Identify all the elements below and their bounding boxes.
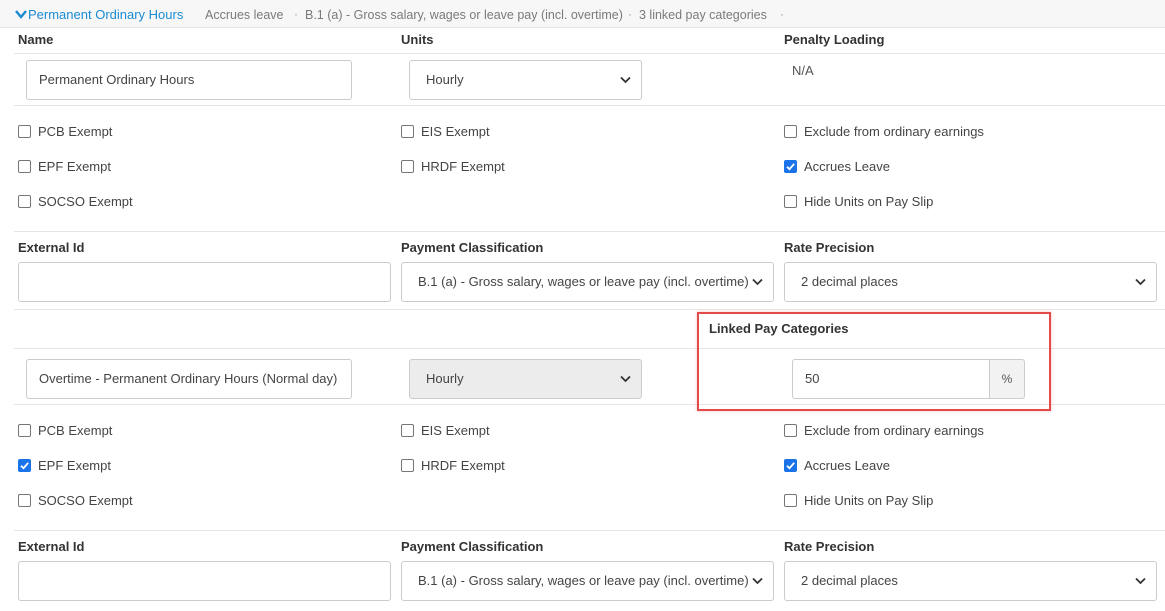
- checkbox-box[interactable]: [784, 160, 797, 173]
- name-input[interactable]: Permanent Ordinary Hours: [26, 60, 352, 100]
- name-column-label: Name: [18, 32, 54, 47]
- checkbox-box[interactable]: [18, 195, 31, 208]
- external-id-input[interactable]: [18, 262, 391, 302]
- units-select-value: Hourly: [426, 72, 464, 87]
- divider: [14, 105, 1165, 106]
- linked-epf-exempt-label: EPF Exempt: [38, 458, 111, 473]
- pcb-exempt-checkbox[interactable]: PCB Exempt: [18, 124, 112, 139]
- linked-eis-exempt-checkbox[interactable]: EIS Exempt: [401, 423, 490, 438]
- classification-summary: B.1 (a) - Gross salary, wages or leave p…: [305, 8, 623, 22]
- linked-accrues-leave-checkbox[interactable]: Accrues Leave: [784, 458, 890, 473]
- divider: [14, 231, 1165, 232]
- linked-units-select-value: Hourly: [426, 371, 464, 386]
- chevron-down-icon: [1135, 577, 1146, 585]
- linked-socso-exempt-checkbox[interactable]: SOCSO Exempt: [18, 493, 133, 508]
- separator-dot: ·: [294, 7, 298, 21]
- checkmark-icon: [786, 163, 795, 171]
- divider: [14, 530, 1165, 531]
- chevron-down-icon: [752, 577, 763, 585]
- pay-category-title[interactable]: Permanent Ordinary Hours: [28, 7, 183, 22]
- hrdf-exempt-label: HRDF Exempt: [421, 159, 505, 174]
- socso-exempt-label: SOCSO Exempt: [38, 194, 133, 209]
- checkmark-icon: [786, 462, 795, 470]
- checkbox-box[interactable]: [18, 459, 31, 472]
- linked-pay-categories-highlight: [697, 312, 1051, 411]
- penalty-loading-value: N/A: [792, 63, 814, 78]
- pay-category-header: Permanent Ordinary Hours Accrues leave ·…: [0, 0, 1165, 28]
- chevron-down-icon: [620, 76, 631, 84]
- checkbox-box[interactable]: [784, 424, 797, 437]
- linked-units-select: Hourly: [409, 359, 642, 399]
- checkmark-icon: [20, 462, 29, 470]
- epf-exempt-label: EPF Exempt: [38, 159, 111, 174]
- checkbox-box[interactable]: [784, 125, 797, 138]
- checkbox-box[interactable]: [784, 459, 797, 472]
- checkbox-box[interactable]: [784, 195, 797, 208]
- external-id-label: External Id: [18, 240, 85, 255]
- linked-pcb-exempt-label: PCB Exempt: [38, 423, 113, 438]
- eis-exempt-label: EIS Exempt: [421, 124, 490, 139]
- linked-accrues-leave-label: Accrues Leave: [804, 458, 890, 473]
- rate-precision-select[interactable]: 2 decimal places: [784, 262, 1157, 302]
- payment-classification-value: B.1 (a) - Gross salary, wages or leave p…: [418, 274, 749, 289]
- separator-dot: ·: [780, 7, 784, 21]
- divider: [14, 53, 1165, 54]
- linked-payment-classification-label: Payment Classification: [401, 539, 544, 554]
- divider: [14, 309, 1165, 310]
- penalty-loading-column-label: Penalty Loading: [784, 32, 885, 47]
- linked-hide-units-label: Hide Units on Pay Slip: [804, 493, 934, 508]
- payment-classification-select[interactable]: B.1 (a) - Gross salary, wages or leave p…: [401, 262, 774, 302]
- linked-pcb-exempt-checkbox[interactable]: PCB Exempt: [18, 423, 112, 438]
- linked-payment-classification-select[interactable]: B.1 (a) - Gross salary, wages or leave p…: [401, 561, 774, 601]
- linked-exclude-ordinary-earnings-checkbox[interactable]: Exclude from ordinary earnings: [784, 423, 984, 438]
- payment-classification-label: Payment Classification: [401, 240, 544, 255]
- exclude-ordinary-earnings-checkbox[interactable]: Exclude from ordinary earnings: [784, 124, 984, 139]
- linked-eis-exempt-label: EIS Exempt: [421, 423, 490, 438]
- checkbox-box[interactable]: [18, 424, 31, 437]
- hide-units-label: Hide Units on Pay Slip: [804, 194, 934, 209]
- accrues-leave-checkbox[interactable]: Accrues Leave: [784, 159, 890, 174]
- chevron-down-icon: [752, 278, 763, 286]
- linked-hide-units-checkbox[interactable]: Hide Units on Pay Slip: [784, 493, 933, 508]
- chevron-down-icon: [1135, 278, 1146, 286]
- hrdf-exempt-checkbox[interactable]: HRDF Exempt: [401, 159, 505, 174]
- checkbox-box[interactable]: [401, 424, 414, 437]
- linked-external-id-input[interactable]: [18, 561, 391, 601]
- units-select[interactable]: Hourly: [409, 60, 642, 100]
- linked-socso-exempt-label: SOCSO Exempt: [38, 493, 133, 508]
- separator-dot: ·: [628, 7, 632, 21]
- pcb-exempt-label: PCB Exempt: [38, 124, 113, 139]
- checkbox-box[interactable]: [401, 459, 414, 472]
- linked-rate-precision-value: 2 decimal places: [801, 573, 898, 588]
- linked-external-id-label: External Id: [18, 539, 85, 554]
- linked-payment-classification-value: B.1 (a) - Gross salary, wages or leave p…: [418, 573, 749, 588]
- checkbox-box[interactable]: [18, 494, 31, 507]
- units-column-label: Units: [401, 32, 434, 47]
- accrues-leave-summary: Accrues leave: [205, 8, 284, 22]
- checkbox-box[interactable]: [18, 160, 31, 173]
- linked-category-name-input[interactable]: Overtime - Permanent Ordinary Hours (Nor…: [26, 359, 352, 399]
- linked-epf-exempt-checkbox[interactable]: EPF Exempt: [18, 458, 111, 473]
- exclude-ordinary-earnings-label: Exclude from ordinary earnings: [804, 124, 984, 139]
- checkbox-box[interactable]: [784, 494, 797, 507]
- linked-hrdf-exempt-checkbox[interactable]: HRDF Exempt: [401, 458, 505, 473]
- accrues-leave-label: Accrues Leave: [804, 159, 890, 174]
- linked-hrdf-exempt-label: HRDF Exempt: [421, 458, 505, 473]
- socso-exempt-checkbox[interactable]: SOCSO Exempt: [18, 194, 133, 209]
- rate-precision-label: Rate Precision: [784, 240, 875, 255]
- epf-exempt-checkbox[interactable]: EPF Exempt: [18, 159, 111, 174]
- eis-exempt-checkbox[interactable]: EIS Exempt: [401, 124, 490, 139]
- checkbox-box[interactable]: [401, 160, 414, 173]
- checkbox-box[interactable]: [401, 125, 414, 138]
- rate-precision-value: 2 decimal places: [801, 274, 898, 289]
- checkbox-box[interactable]: [18, 125, 31, 138]
- linked-rate-precision-select[interactable]: 2 decimal places: [784, 561, 1157, 601]
- chevron-down-icon: [620, 375, 631, 383]
- chevron-down-icon[interactable]: [14, 8, 28, 20]
- linked-categories-summary: 3 linked pay categories: [639, 8, 767, 22]
- linked-exclude-ordinary-earnings-label: Exclude from ordinary earnings: [804, 423, 984, 438]
- hide-units-checkbox[interactable]: Hide Units on Pay Slip: [784, 194, 933, 209]
- linked-rate-precision-label: Rate Precision: [784, 539, 875, 554]
